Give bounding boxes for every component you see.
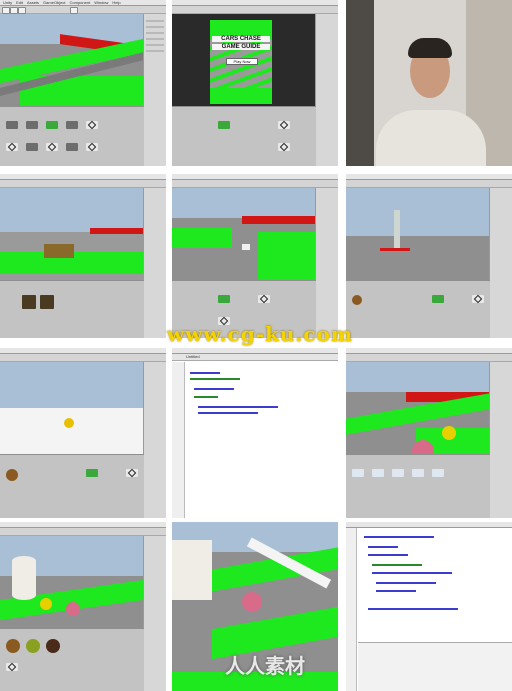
menu-bar[interactable] bbox=[346, 522, 512, 528]
unity-asset-icon[interactable] bbox=[126, 469, 138, 477]
project-panel[interactable] bbox=[0, 454, 144, 518]
menu-item-edit[interactable]: Edit bbox=[16, 0, 23, 5]
toolbar bbox=[172, 180, 338, 188]
asset-thumb[interactable] bbox=[432, 295, 444, 303]
inspector-panel[interactable] bbox=[489, 188, 512, 338]
inspector-panel[interactable] bbox=[315, 188, 338, 338]
tile-code-editor: Untitled bbox=[172, 348, 338, 518]
asset-thumb[interactable] bbox=[66, 121, 78, 129]
move-tool-button[interactable] bbox=[10, 7, 18, 14]
project-panel[interactable] bbox=[0, 280, 144, 338]
toolbar bbox=[172, 6, 338, 14]
tile-editor-cylinder-scene bbox=[0, 522, 166, 691]
unity-asset-icon[interactable] bbox=[86, 143, 98, 151]
scene-view[interactable] bbox=[346, 362, 490, 454]
inspector-panel[interactable] bbox=[143, 14, 166, 166]
unity-asset-icon[interactable] bbox=[278, 121, 290, 129]
tile-code-editor-2 bbox=[346, 522, 512, 691]
inspector-panel[interactable] bbox=[143, 362, 166, 518]
project-panel[interactable] bbox=[172, 106, 316, 166]
inspector-panel[interactable] bbox=[143, 188, 166, 338]
asset-thumb[interactable] bbox=[40, 295, 54, 309]
toolbar bbox=[0, 528, 166, 536]
asset-thumb[interactable] bbox=[46, 121, 58, 129]
asset-thumb[interactable] bbox=[432, 469, 444, 477]
menu-item-unity[interactable]: Unity bbox=[3, 0, 12, 5]
game-title-panel: CARS CHASE GAME GUIDE Play Now bbox=[210, 20, 272, 104]
rotate-tool-button[interactable] bbox=[18, 7, 26, 14]
scene-view[interactable] bbox=[346, 188, 490, 280]
unity-asset-icon[interactable] bbox=[6, 143, 18, 151]
scene-view[interactable] bbox=[0, 188, 144, 280]
play-now-button[interactable]: Play Now bbox=[226, 58, 258, 65]
presenter-shirt bbox=[376, 110, 486, 166]
unity-asset-icon[interactable] bbox=[278, 143, 290, 151]
asset-thumb[interactable] bbox=[66, 143, 78, 151]
unity-asset-icon[interactable] bbox=[46, 143, 58, 151]
material-ball-thumb[interactable] bbox=[26, 639, 40, 653]
game-title-line1: CARS CHASE bbox=[212, 36, 270, 42]
code-area[interactable] bbox=[358, 530, 512, 640]
menu-item-help[interactable]: Help bbox=[112, 0, 120, 5]
scene-view[interactable] bbox=[172, 188, 316, 280]
menu-item-assets[interactable]: Assets bbox=[27, 0, 39, 5]
inspector-panel[interactable] bbox=[143, 536, 166, 691]
scene-view[interactable] bbox=[0, 536, 144, 628]
asset-thumb[interactable] bbox=[26, 121, 38, 129]
tile-editor-crane-scene bbox=[0, 174, 166, 338]
presenter-hair bbox=[408, 38, 452, 58]
tile-game-road-view bbox=[172, 174, 338, 338]
scene-view[interactable] bbox=[0, 14, 144, 106]
project-panel[interactable] bbox=[0, 628, 144, 691]
toolbar bbox=[0, 180, 166, 188]
project-panel[interactable] bbox=[346, 454, 490, 518]
game-title-line2: GAME GUIDE bbox=[212, 44, 270, 50]
toolbar bbox=[0, 354, 166, 362]
tile-editor-balls-scene bbox=[346, 348, 512, 518]
toolbar bbox=[346, 354, 512, 362]
asset-thumb[interactable] bbox=[392, 469, 404, 477]
code-tab[interactable]: Untitled bbox=[186, 354, 200, 359]
unity-asset-icon[interactable] bbox=[86, 121, 98, 129]
tile-game-title-screen: CARS CHASE GAME GUIDE Play Now bbox=[172, 0, 338, 166]
tile-editor-marker-scene bbox=[346, 174, 512, 338]
asset-thumb[interactable] bbox=[218, 121, 230, 129]
inspector-panel[interactable] bbox=[315, 14, 338, 166]
inspector-panel[interactable] bbox=[489, 362, 512, 518]
cgku-watermark: www.cg-ku.com bbox=[166, 322, 354, 346]
unity-asset-icon[interactable] bbox=[472, 295, 484, 303]
code-area[interactable] bbox=[186, 362, 338, 518]
console-panel[interactable] bbox=[358, 642, 512, 691]
scene-view[interactable] bbox=[0, 362, 144, 454]
unity-asset-icon[interactable] bbox=[258, 295, 270, 303]
play-button[interactable] bbox=[70, 7, 78, 14]
project-panel[interactable] bbox=[0, 106, 144, 166]
asset-thumb[interactable] bbox=[372, 469, 384, 477]
renren-watermark: 人人素材 bbox=[225, 654, 305, 678]
unity-asset-icon[interactable] bbox=[6, 663, 18, 671]
game-view[interactable]: CARS CHASE GAME GUIDE Play Now bbox=[172, 14, 316, 106]
material-ball-thumb[interactable] bbox=[46, 639, 60, 653]
asset-thumb[interactable] bbox=[352, 469, 364, 477]
tile-presenter-video bbox=[346, 0, 512, 166]
material-ball-thumb[interactable] bbox=[6, 469, 18, 481]
material-ball-thumb[interactable] bbox=[352, 295, 362, 305]
solution-sidebar[interactable] bbox=[172, 362, 185, 518]
toolbar bbox=[346, 180, 512, 188]
asset-thumb[interactable] bbox=[26, 143, 38, 151]
toolbar bbox=[0, 6, 166, 14]
menu-item-component[interactable]: Component bbox=[70, 0, 91, 5]
menu-item-gameobject[interactable]: GameObject bbox=[43, 0, 65, 5]
asset-thumb[interactable] bbox=[22, 295, 36, 309]
asset-thumb[interactable] bbox=[86, 469, 98, 477]
material-ball-thumb[interactable] bbox=[6, 639, 20, 653]
asset-thumb[interactable] bbox=[412, 469, 424, 477]
solution-sidebar[interactable] bbox=[346, 528, 357, 691]
tile-editor-white-scene bbox=[0, 348, 166, 518]
tile-editor-road-scene: Unity Edit Assets GameObject Component W… bbox=[0, 0, 166, 166]
asset-thumb[interactable] bbox=[6, 121, 18, 129]
asset-thumb[interactable] bbox=[218, 295, 230, 303]
menu-item-window[interactable]: Window bbox=[94, 0, 108, 5]
hand-tool-button[interactable] bbox=[2, 7, 10, 14]
